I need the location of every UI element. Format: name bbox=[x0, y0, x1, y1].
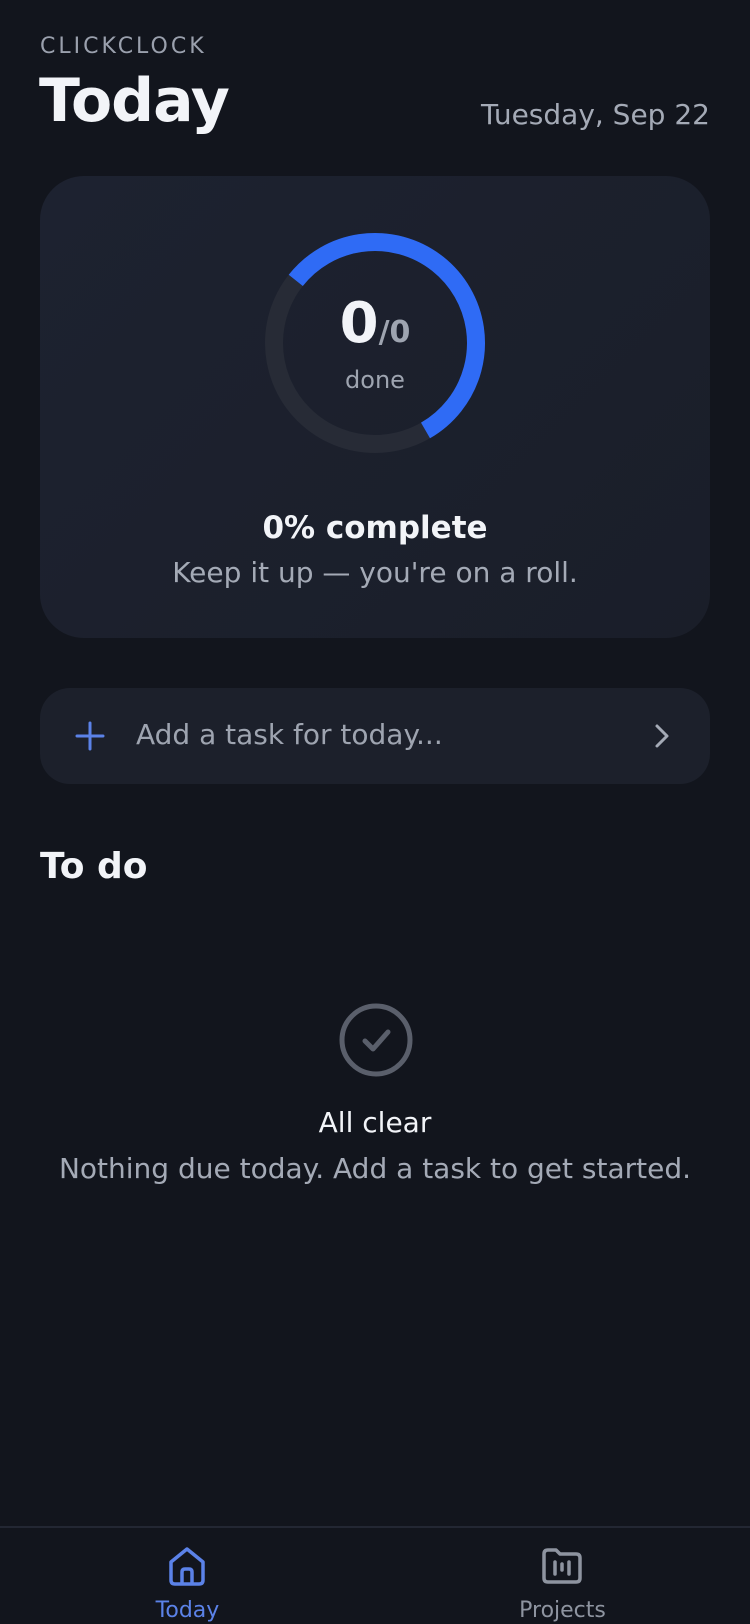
folder-icon bbox=[542, 1548, 582, 1584]
progress-card: 0 /0 done 0% complete Keep it up — you'r… bbox=[40, 176, 710, 638]
encouragement-text: Keep it up — you're on a roll. bbox=[172, 556, 578, 589]
plus-icon bbox=[75, 721, 105, 751]
progress-ring: 0 /0 done bbox=[263, 231, 487, 455]
done-count: 0 bbox=[339, 291, 379, 356]
bottom-nav: Today Projects bbox=[0, 1526, 750, 1624]
chevron-right-icon[interactable] bbox=[652, 722, 672, 750]
empty-state-title: All clear bbox=[318, 1106, 432, 1139]
page-title: Today bbox=[39, 66, 230, 136]
nav-item-today[interactable]: Today bbox=[0, 1528, 375, 1624]
add-task-input[interactable]: Add a task for today... bbox=[40, 688, 710, 784]
app-brand: CLICKCLOCK bbox=[40, 34, 207, 59]
progress-count: 0 /0 done bbox=[263, 231, 487, 455]
today-screen: CLICKCLOCK Today Tuesday, Sep 22 0 /0 do… bbox=[0, 0, 750, 1624]
check-circle-icon bbox=[339, 1003, 413, 1077]
total-count: /0 bbox=[378, 315, 411, 350]
nav-label-today: Today bbox=[155, 1598, 220, 1623]
home-icon bbox=[169, 1547, 205, 1586]
nav-label-projects: Projects bbox=[519, 1598, 606, 1623]
done-label: done bbox=[345, 366, 405, 394]
current-date: Tuesday, Sep 22 bbox=[480, 98, 710, 131]
empty-state-subtitle: Nothing due today. Add a task to get sta… bbox=[58, 1152, 692, 1185]
nav-item-projects[interactable]: Projects bbox=[375, 1528, 750, 1624]
percent-complete: 0% complete bbox=[262, 510, 488, 546]
add-task-placeholder: Add a task for today... bbox=[136, 718, 443, 751]
section-title-todo: To do bbox=[40, 846, 148, 887]
